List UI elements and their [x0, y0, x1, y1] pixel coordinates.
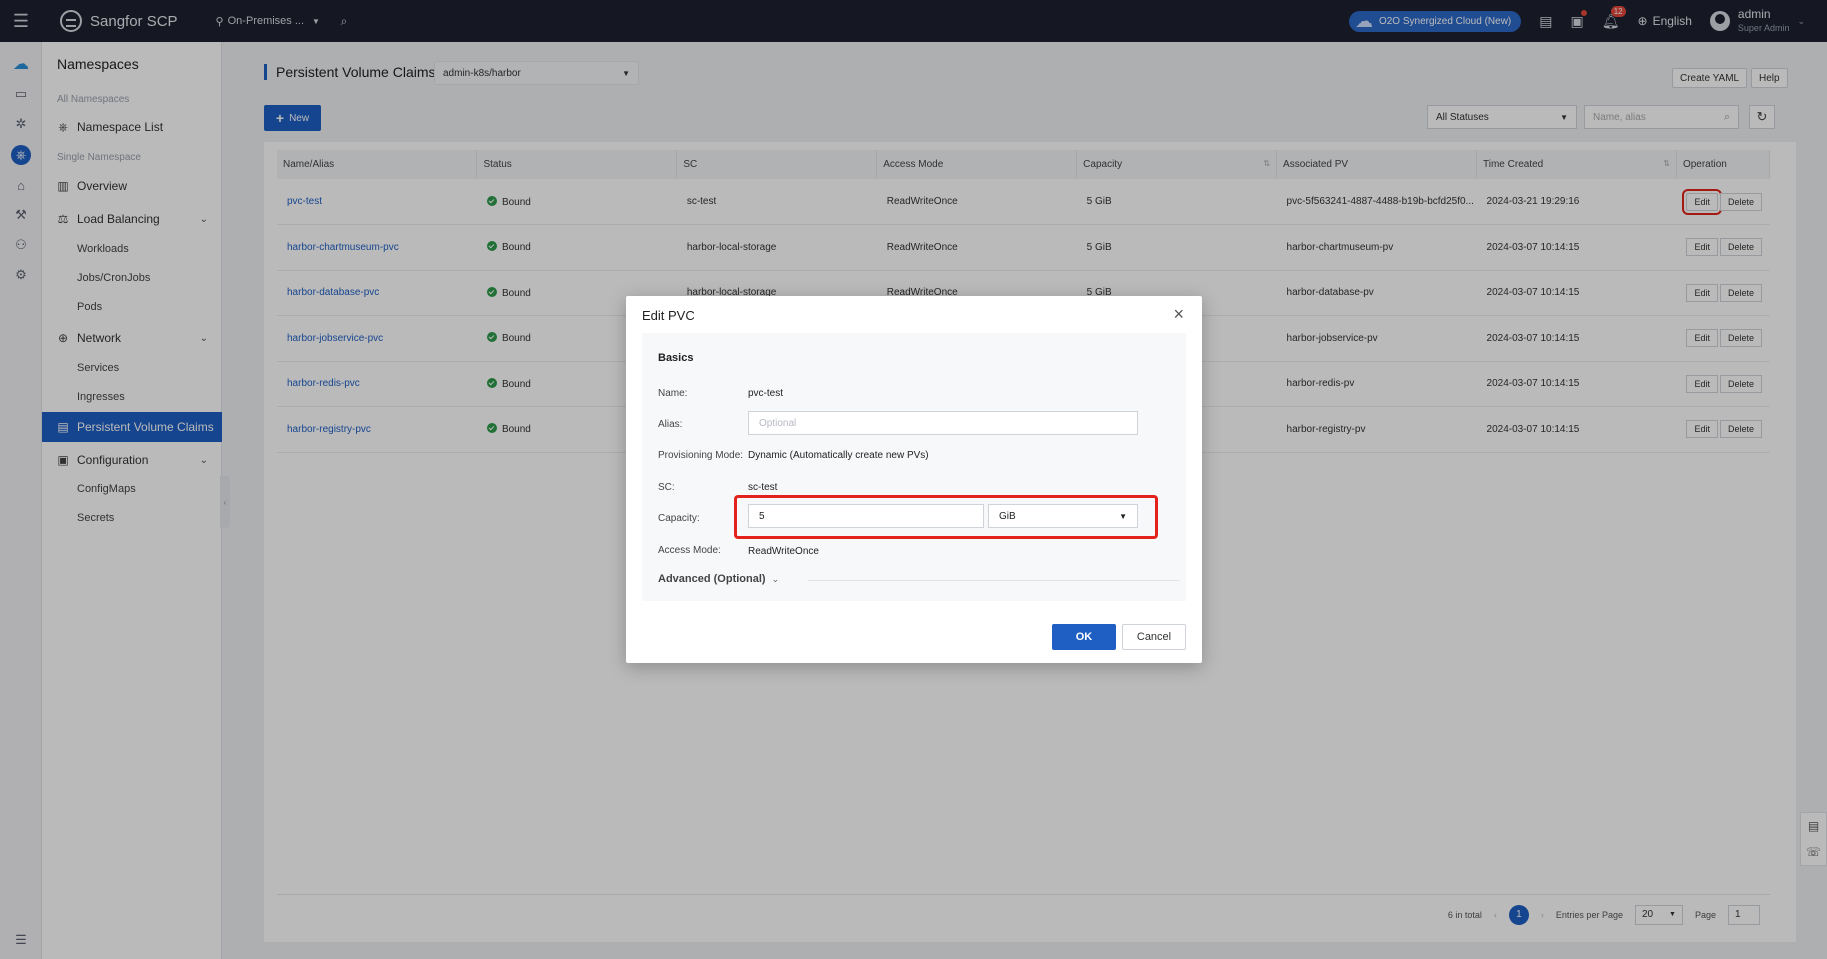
cancel-button[interactable]: Cancel	[1122, 624, 1186, 650]
name-value: pvc-test	[748, 388, 784, 399]
sc-label: SC:	[658, 482, 675, 493]
basics-section-title: Basics	[658, 352, 694, 364]
access-mode-label: Access Mode:	[658, 545, 721, 556]
alias-label: Alias:	[658, 419, 683, 430]
alias-input[interactable]: Optional	[748, 411, 1138, 435]
ok-button[interactable]: OK	[1052, 624, 1116, 650]
provisioning-mode-value: Dynamic (Automatically create new PVs)	[748, 450, 929, 461]
dialog-title: Edit PVC	[642, 308, 695, 323]
chevron-down-icon: ⌄	[771, 573, 780, 584]
access-mode-value: ReadWriteOnce	[748, 546, 819, 557]
provisioning-mode-label: Provisioning Mode:	[658, 450, 744, 461]
edit-pvc-dialog: Edit PVC × Basics Name: pvc-test Alias: …	[626, 296, 1202, 663]
close-icon[interactable]: ×	[1173, 304, 1184, 325]
advanced-label: Advanced (Optional)	[658, 573, 766, 585]
advanced-toggle[interactable]: Advanced (Optional) ⌄	[658, 573, 779, 585]
name-label: Name:	[658, 388, 688, 399]
sc-value: sc-test	[748, 482, 778, 493]
dialog-body: Basics Name: pvc-test Alias: Optional Pr…	[642, 333, 1186, 601]
capacity-highlight-box	[734, 495, 1158, 539]
capacity-label: Capacity:	[658, 513, 700, 524]
advanced-divider	[808, 580, 1180, 581]
